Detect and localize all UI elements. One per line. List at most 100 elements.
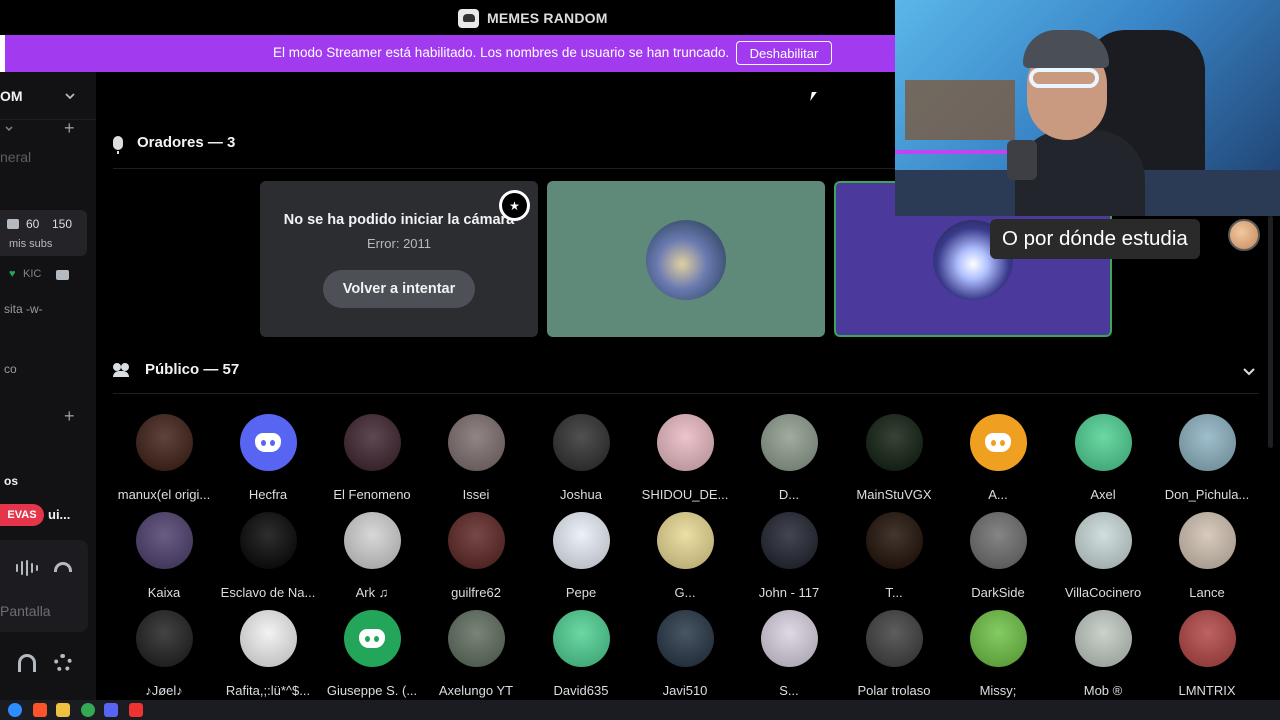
audience-member-name: Javi510	[662, 683, 708, 698]
speakers-header: Oradores — 3	[113, 134, 236, 154]
audience-member[interactable]: Mob ®	[1051, 610, 1155, 698]
audience-member-name: G...	[674, 585, 696, 600]
audience-member-name: Missy;	[979, 683, 1017, 698]
edge-icon[interactable]	[8, 703, 22, 717]
audience-member[interactable]: John - 117	[737, 512, 841, 600]
chevron-down-icon[interactable]	[1242, 364, 1256, 378]
audience-member[interactable]: Ark ♫	[320, 512, 424, 600]
server-title: MEMES RANDOM	[487, 10, 608, 26]
channel-new[interactable]: ui...	[48, 507, 70, 522]
discord-window: MEMES RANDOM El modo Streamer está habil…	[0, 0, 1280, 720]
audience-member[interactable]: David635	[529, 610, 633, 698]
discord-logo-icon	[255, 433, 281, 452]
streamer-mode-banner: El modo Streamer está habilitado. Los no…	[0, 35, 900, 72]
avatar	[646, 220, 726, 300]
audience-member[interactable]: Giuseppe S. (...	[320, 610, 424, 698]
audience-member[interactable]: Esclavo de Na...	[216, 512, 320, 600]
camera-error-title: No se ha podido iniciar la cámara	[283, 212, 515, 228]
add-channel-icon[interactable]: +	[64, 407, 75, 425]
avatar	[447, 610, 505, 667]
audience-member-name: Mob ®	[1083, 683, 1123, 698]
audience-member[interactable]: VillaCocinero	[1051, 512, 1155, 600]
audience-member[interactable]: SHIDOU_DE...	[633, 414, 737, 502]
add-channel-icon[interactable]: +	[64, 119, 75, 137]
audience-member[interactable]: S...	[737, 610, 841, 698]
channel-sita[interactable]: sita -w-	[4, 302, 43, 316]
audience-member[interactable]: G...	[633, 512, 737, 600]
audience-member-name: Rafita,;:lü*^$...	[225, 683, 311, 698]
webcam-person-cap	[1023, 30, 1109, 68]
audience-member[interactable]: Kaixa	[112, 512, 216, 600]
audience-member[interactable]: ♪Jøel♪	[112, 610, 216, 698]
audience-member-name: T...	[885, 585, 903, 600]
webcam-microphone	[1007, 140, 1037, 180]
audience-member[interactable]: El Fenomeno	[320, 414, 424, 502]
audience-member[interactable]: LMNTRIX	[1155, 610, 1259, 698]
speakers-title: Oradores — 3	[137, 134, 236, 151]
channel-general[interactable]: neral	[0, 149, 31, 165]
avatar	[239, 610, 297, 667]
audience-member[interactable]: Lance	[1155, 512, 1259, 600]
channel-co[interactable]: co	[4, 362, 17, 376]
audience-member[interactable]: DarkSide	[946, 512, 1050, 600]
chevron-down-icon[interactable]	[4, 124, 14, 134]
headset-icon[interactable]	[18, 654, 36, 672]
avatar	[760, 414, 818, 471]
brave-icon[interactable]	[33, 703, 47, 717]
avatar	[969, 610, 1027, 667]
retry-camera-button[interactable]: Volver a intentar	[323, 270, 475, 308]
stream-caption: O por dónde estudia	[990, 219, 1200, 259]
audience-member[interactable]: Don_Pichula...	[1155, 414, 1259, 502]
app-icon[interactable]	[129, 703, 143, 717]
audience-member[interactable]: Pepe	[529, 512, 633, 600]
audience-member[interactable]: manux(el origi...	[112, 414, 216, 502]
audience-member-name: Kaixa	[147, 585, 181, 600]
audience-member[interactable]: Polar trolaso	[842, 610, 946, 698]
audience-member[interactable]: Issei	[424, 414, 528, 502]
channel-kick[interactable]: KIC	[23, 268, 41, 280]
voice-connection-panel: Pantalla	[0, 540, 88, 632]
audience-member[interactable]: Hecfra	[216, 414, 320, 502]
avatar	[1178, 610, 1236, 667]
scrollbar[interactable]	[1268, 216, 1273, 448]
voice-channel-subs[interactable]: 60 150 mis subs	[0, 210, 87, 256]
folder-icon[interactable]	[56, 703, 70, 717]
audience-member[interactable]: Joshua	[529, 414, 633, 502]
new-badge[interactable]: EVAS	[0, 504, 44, 526]
audience-member[interactable]: Axel	[1051, 414, 1155, 502]
screen-share-label[interactable]: Pantalla	[0, 603, 51, 619]
audience-member-name: D...	[778, 487, 800, 502]
audience-member-name: Issei	[462, 487, 490, 502]
audience-member[interactable]: T...	[842, 512, 946, 600]
chevron-down-icon[interactable]	[64, 90, 76, 102]
category-label: os	[4, 474, 19, 488]
soundboard-icon[interactable]	[16, 560, 38, 576]
avatar	[343, 610, 401, 667]
audience-member[interactable]: Missy;	[946, 610, 1050, 698]
audience-member[interactable]: MainStuVGX	[842, 414, 946, 502]
audience-member[interactable]: A...	[946, 414, 1050, 502]
chrome-icon[interactable]	[81, 703, 95, 717]
banner-edge	[0, 35, 5, 72]
discord-taskbar-icon[interactable]	[104, 703, 118, 717]
audience-member-name: El Fenomeno	[333, 487, 411, 502]
avatar	[447, 414, 505, 471]
audience-header: Público — 57	[113, 361, 239, 378]
disable-streamer-button[interactable]: Deshabilitar	[736, 41, 832, 65]
speaker-tile-camera-error[interactable]: No se ha podido iniciar la cámara Error:…	[260, 181, 538, 337]
audience-member[interactable]: guilfre62	[424, 512, 528, 600]
audience-member-name: John - 117	[758, 585, 820, 600]
audience-member-name: Giuseppe S. (...	[326, 683, 418, 698]
server-name[interactable]: OM	[0, 88, 23, 104]
audience-member[interactable]: Axelungo YT	[424, 610, 528, 698]
avatar	[656, 512, 714, 569]
audience-member[interactable]: Javi510	[633, 610, 737, 698]
speaker-tile[interactable]	[547, 181, 825, 337]
audience-member[interactable]: D...	[737, 414, 841, 502]
avatar	[1074, 610, 1132, 667]
gear-icon[interactable]	[54, 654, 72, 672]
audience-member-name: Lance	[1189, 585, 1225, 600]
audience-member[interactable]: Rafita,;:lü*^$...	[216, 610, 320, 698]
disconnect-icon[interactable]	[54, 562, 72, 572]
avatar	[447, 512, 505, 569]
